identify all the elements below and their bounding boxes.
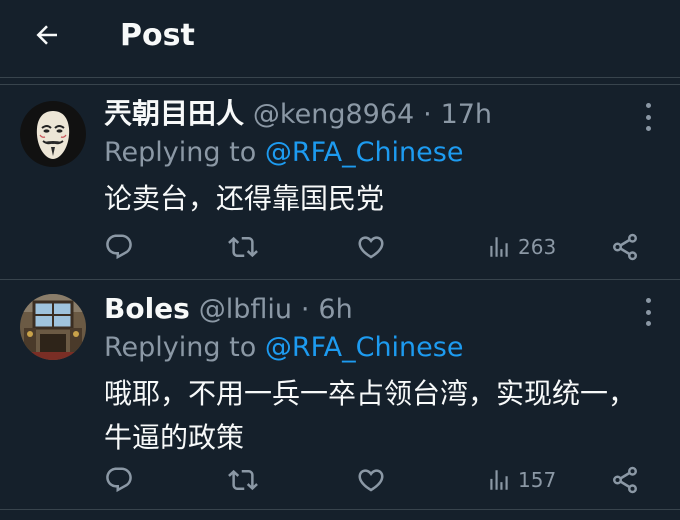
back-button[interactable] — [28, 16, 66, 54]
tweet-text: 哦耶，不用一兵一卒占领台湾，实现统一，牛逼的政策 — [104, 377, 637, 454]
retweet-icon — [228, 236, 258, 258]
arrow-left-icon — [36, 25, 57, 45]
like-button[interactable] — [356, 460, 386, 500]
more-vertical-icon — [645, 103, 651, 108]
timestamp[interactable]: 6h — [318, 294, 352, 325]
reply-button[interactable] — [104, 227, 134, 267]
separator-dot: · — [423, 99, 432, 130]
like-button[interactable] — [356, 227, 386, 267]
display-name[interactable]: Boles — [104, 292, 190, 325]
page-title: Post — [120, 18, 195, 53]
share-button[interactable] — [610, 227, 640, 267]
user-handle[interactable]: @lbfliu — [199, 294, 292, 325]
views-button[interactable]: 157 — [486, 460, 556, 500]
building-interior-avatar-icon — [20, 294, 86, 360]
bar-chart-icon — [490, 237, 508, 257]
tweet-actions: 263 — [104, 227, 656, 267]
tweet-header: Boles @lbfliu · 6h — [104, 290, 353, 328]
guy-fawkes-mask-avatar-icon — [20, 101, 86, 167]
replying-to-label: Replying to — [104, 332, 257, 363]
tweet[interactable]: 兲朝目田人 @keng8964 · 17h Replying to @RFA_C… — [0, 84, 680, 280]
reply-button[interactable] — [104, 460, 134, 500]
heart-icon — [358, 236, 384, 259]
retweet-button[interactable] — [228, 460, 258, 500]
heart-icon — [358, 469, 384, 492]
retweet-icon — [228, 469, 258, 491]
display-name[interactable]: 兲朝目田人 — [104, 97, 244, 130]
mention-link[interactable]: @RFA_Chinese — [265, 137, 464, 168]
avatar[interactable] — [20, 101, 86, 167]
comment-icon — [106, 467, 132, 493]
views-button[interactable]: 263 — [486, 227, 556, 267]
more-options-button[interactable] — [638, 103, 658, 131]
retweet-button[interactable] — [228, 227, 258, 267]
bar-chart-icon — [490, 470, 508, 490]
view-count: 263 — [518, 235, 557, 259]
replying-to-label: Replying to — [104, 137, 257, 168]
view-count: 157 — [518, 468, 557, 492]
timestamp[interactable]: 17h — [441, 99, 492, 130]
tweet-header: 兲朝目田人 @keng8964 · 17h — [104, 95, 492, 133]
separator-dot: · — [300, 294, 310, 325]
avatar[interactable] — [20, 294, 86, 360]
user-handle[interactable]: @keng8964 — [253, 99, 414, 130]
tweet-text: 论卖台，还得靠国民党 — [104, 182, 385, 215]
more-options-button[interactable] — [638, 298, 658, 326]
tweet[interactable]: Boles @lbfliu · 6h Replying to @RFA_Chin… — [0, 280, 680, 510]
replying-to-line: Replying to @RFA_Chinese — [104, 330, 463, 366]
share-icon — [613, 466, 637, 494]
mention-link[interactable]: @RFA_Chinese — [265, 332, 464, 363]
tweet-actions: 157 — [104, 460, 656, 500]
share-icon — [613, 233, 637, 261]
top-bar: Post — [0, 0, 680, 78]
share-button[interactable] — [610, 460, 640, 500]
comment-icon — [106, 234, 132, 260]
more-vertical-icon — [645, 298, 651, 303]
replying-to-line: Replying to @RFA_Chinese — [104, 135, 463, 171]
